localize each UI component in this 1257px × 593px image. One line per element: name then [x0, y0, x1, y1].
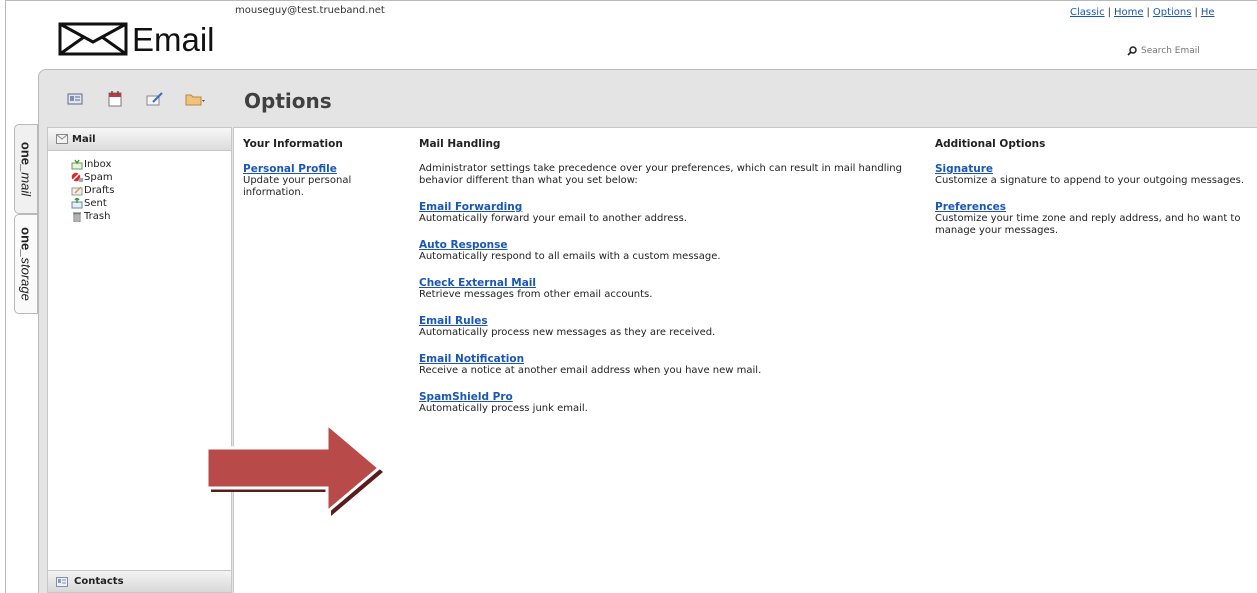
email-forwarding-link[interactable]: Email Forwarding: [419, 201, 929, 213]
email-logo[interactable]: Email: [58, 22, 215, 56]
signature-link[interactable]: Signature: [935, 163, 1257, 175]
folder-label: Drafts: [84, 185, 115, 196]
option-item: Signature Customize a signature to appen…: [935, 163, 1257, 187]
option-description: Automatically process junk email.: [419, 403, 588, 414]
tab-mail-rest: _mail: [18, 165, 34, 197]
option-item: Email Forwarding Automatically forward y…: [419, 201, 929, 225]
spamshield-pro-link[interactable]: SpamShield Pro: [419, 391, 929, 403]
logo-text: Email: [132, 20, 215, 58]
folder-sent[interactable]: Sent: [70, 197, 231, 210]
folder-trash[interactable]: Trash: [70, 210, 231, 223]
option-description: Customize your time zone and reply addre…: [935, 213, 1241, 236]
option-description: Automatically respond to all emails with…: [419, 251, 721, 262]
trash-icon: [70, 211, 83, 223]
calendar-icon[interactable]: [95, 88, 135, 110]
preferences-link[interactable]: Preferences: [935, 201, 1257, 213]
mail-sidebar: Mail Inbox Spam Drafts Sent Trash Contac…: [47, 127, 232, 593]
address-book-icon[interactable]: [55, 88, 95, 110]
folder-label: Inbox: [84, 159, 112, 170]
search-icon[interactable]: [1127, 46, 1137, 56]
email-rules-link[interactable]: Email Rules: [419, 315, 929, 327]
contacts-section[interactable]: Contacts: [48, 570, 231, 592]
spam-icon: [70, 172, 83, 184]
personal-profile-link[interactable]: Personal Profile: [243, 163, 388, 175]
search-box: [1127, 46, 1257, 56]
envelope-icon: [58, 22, 128, 56]
options-link[interactable]: Options: [1153, 7, 1192, 18]
option-item: Email Notification Receive a notice at a…: [419, 353, 929, 377]
toolbar: [55, 88, 215, 110]
compose-icon[interactable]: [135, 88, 175, 110]
your-information-heading: Your Information: [243, 138, 343, 150]
mail-handling-column: Mail Handling Administrator settings tak…: [419, 138, 929, 429]
additional-options-column: Additional Options Signature Customize a…: [935, 138, 1257, 251]
folder-label: Sent: [84, 198, 107, 209]
page-title: Options: [244, 89, 332, 113]
tab-storage-bold: one: [18, 227, 34, 251]
tab-mail-bold: one: [18, 141, 34, 166]
home-link[interactable]: Home: [1114, 7, 1144, 18]
top-links: Classic | Home | Options | He: [1070, 7, 1215, 18]
additional-options-heading: Additional Options: [935, 138, 1046, 150]
option-item: Preferences Customize your time zone and…: [935, 201, 1257, 237]
contacts-icon: [56, 576, 68, 587]
mail-section-header[interactable]: Mail: [48, 128, 231, 151]
mail-handling-intro: Administrator settings take precedence o…: [419, 163, 902, 186]
option-item: SpamShield Pro Automatically process jun…: [419, 391, 929, 415]
arrow-annotation: [205, 420, 383, 516]
option-item: Email Rules Automatically process new me…: [419, 315, 929, 339]
help-link[interactable]: He: [1201, 7, 1215, 18]
option-description: Automatically process new messages as th…: [419, 327, 716, 338]
tab-one-storage[interactable]: one_storage: [14, 214, 38, 314]
folder-label: Trash: [84, 211, 111, 222]
search-input[interactable]: [1137, 46, 1257, 56]
option-item: Check External Mail Retrieve messages fr…: [419, 277, 929, 301]
mail-handling-heading: Mail Handling: [419, 138, 501, 150]
option-description: Automatically forward your email to anot…: [419, 213, 687, 224]
folder-list: Inbox Spam Drafts Sent Trash: [48, 151, 231, 223]
folder-label: Spam: [84, 172, 113, 183]
option-description: Receive a notice at another email addres…: [419, 365, 762, 376]
option-description: Retrieve messages from other email accou…: [419, 289, 653, 300]
folder-spam[interactable]: Spam: [70, 171, 231, 184]
user-email: mouseguy@test.trueband.net: [235, 5, 385, 16]
option-item: Auto Response Automatically respond to a…: [419, 239, 929, 263]
auto-response-link[interactable]: Auto Response: [419, 239, 929, 251]
folder-icon[interactable]: [175, 88, 215, 110]
tab-storage-rest: _storage: [18, 250, 34, 301]
mail-section-label: Mail: [72, 133, 96, 145]
option-item: Personal Profile Update your personal in…: [243, 163, 388, 199]
option-description: Update your personal information.: [243, 175, 352, 198]
email-notification-link[interactable]: Email Notification: [419, 353, 929, 365]
mail-icon: [56, 134, 68, 144]
option-description: Customize a signature to append to your …: [935, 175, 1245, 186]
classic-link[interactable]: Classic: [1070, 7, 1105, 18]
options-content: Your Information Personal Profile Update…: [233, 127, 1257, 593]
sent-icon: [70, 198, 83, 210]
check-external-mail-link[interactable]: Check External Mail: [419, 277, 929, 289]
your-information-column: Your Information Personal Profile Update…: [243, 138, 388, 213]
drafts-icon: [70, 185, 83, 197]
contacts-label: Contacts: [74, 576, 124, 587]
tab-one-mail[interactable]: one_mail: [14, 124, 38, 214]
folder-inbox[interactable]: Inbox: [70, 158, 231, 171]
inbox-icon: [70, 159, 83, 171]
folder-drafts[interactable]: Drafts: [70, 184, 231, 197]
